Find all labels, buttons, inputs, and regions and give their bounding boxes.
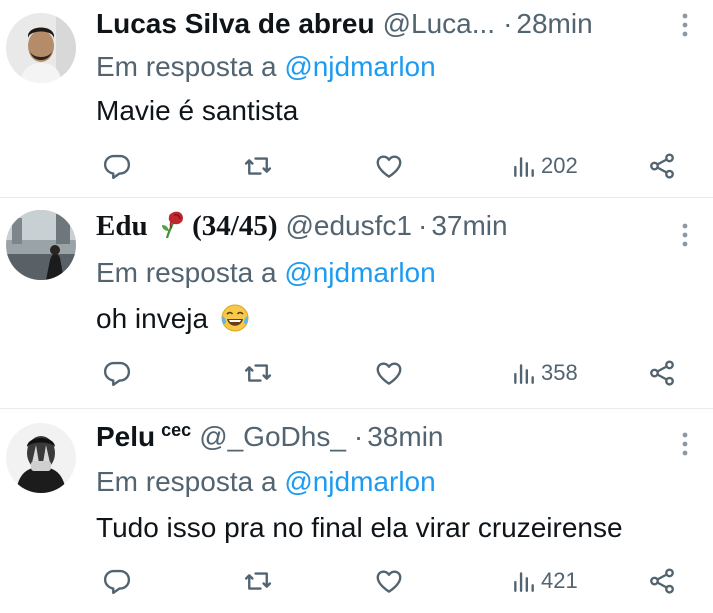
action-bar: 358: [96, 356, 683, 390]
vertical-ellipsis-icon[interactable]: [681, 12, 689, 38]
views-count: 202: [541, 153, 578, 178]
speech-bubble-icon: [102, 358, 132, 388]
bar-chart-icon: [511, 153, 537, 179]
avatar[interactable]: [6, 423, 76, 493]
tweet-header: Pelu cec @_GoDhs_ · 38min: [96, 419, 677, 455]
reply-button[interactable]: [102, 564, 132, 598]
reply-prefix: Em resposta a: [96, 51, 277, 82]
display-name-suffix: (34/45): [192, 210, 278, 242]
retweet-arrows-icon: [243, 358, 273, 388]
display-name[interactable]: Pelu cec: [96, 419, 191, 455]
views-button[interactable]: 421: [511, 564, 578, 598]
action-bar: 421: [96, 564, 683, 598]
bar-chart-icon: [511, 360, 537, 386]
reply-context: Em resposta a @njdmarlon: [96, 465, 436, 499]
timestamp[interactable]: 38min: [367, 419, 443, 455]
action-bar: 202: [96, 149, 683, 183]
display-name-text: Edu: [96, 210, 148, 242]
vertical-ellipsis-icon[interactable]: [681, 431, 689, 457]
display-name-text: Pelu: [96, 421, 156, 452]
speech-bubble-icon: [102, 151, 132, 181]
reply-prefix: Em resposta a: [96, 466, 277, 497]
username[interactable]: @edusfc1: [285, 208, 412, 244]
share-button[interactable]: [647, 149, 677, 183]
retweet-button[interactable]: [243, 149, 273, 183]
views-button[interactable]: 202: [511, 149, 578, 183]
timestamp[interactable]: 28min: [516, 6, 592, 42]
retweet-arrows-icon: [243, 566, 273, 596]
display-name-superscript: cec: [161, 419, 192, 440]
speech-bubble-icon: [102, 566, 132, 596]
vertical-ellipsis-icon[interactable]: [681, 222, 689, 248]
username[interactable]: @_GoDhs_: [199, 419, 346, 455]
reply-prefix: Em resposta a: [96, 257, 277, 288]
display-name[interactable]: Edu (34/45): [96, 208, 277, 244]
like-button[interactable]: [374, 356, 404, 390]
views-count: 358: [541, 360, 578, 385]
avatar[interactable]: [6, 210, 76, 280]
tweet-header: Lucas Silva de abreu @Luca... · 28min: [96, 6, 677, 42]
reply-context: Em resposta a @njdmarlon: [96, 256, 436, 290]
share-button[interactable]: [647, 564, 677, 598]
reply-mention-link[interactable]: @njdmarlon: [284, 51, 435, 82]
tweet[interactable]: Edu (34/45) @edusfc1 · 37min Em resposta…: [0, 198, 713, 409]
views-count: 421: [541, 568, 578, 593]
share-button[interactable]: [647, 356, 677, 390]
tweet-header: Edu (34/45) @edusfc1 · 37min: [96, 208, 677, 244]
tweet-text: oh inveja: [96, 302, 250, 336]
like-button[interactable]: [374, 149, 404, 183]
separator-dot: ·: [503, 8, 513, 39]
bar-chart-icon: [511, 568, 537, 594]
share-nodes-icon: [647, 566, 677, 596]
share-nodes-icon: [647, 151, 677, 181]
reply-mention-link[interactable]: @njdmarlon: [284, 257, 435, 288]
username[interactable]: @Luca...: [383, 6, 495, 42]
wilted-rose-emoji: [159, 209, 185, 239]
reply-mention-link[interactable]: @njdmarlon: [284, 466, 435, 497]
timestamp[interactable]: 37min: [431, 208, 507, 244]
separator-dot: ·: [417, 210, 428, 241]
heart-outline-icon: [374, 151, 404, 181]
reply-context: Em resposta a @njdmarlon: [96, 50, 436, 84]
heart-outline-icon: [374, 358, 404, 388]
views-button[interactable]: 358: [511, 356, 578, 390]
tweet[interactable]: Lucas Silva de abreu @Luca... · 28min Em…: [0, 0, 713, 198]
tears-of-joy-emoji: [220, 303, 250, 333]
separator-dot: ·: [353, 421, 364, 452]
avatar[interactable]: [6, 13, 76, 83]
reply-button[interactable]: [102, 356, 132, 390]
reply-feed: Lucas Silva de abreu @Luca... · 28min Em…: [0, 0, 713, 613]
retweet-button[interactable]: [243, 564, 273, 598]
heart-outline-icon: [374, 566, 404, 596]
display-name[interactable]: Lucas Silva de abreu: [96, 6, 375, 42]
retweet-button[interactable]: [243, 356, 273, 390]
tweet-text-content: oh inveja: [96, 303, 209, 334]
retweet-arrows-icon: [243, 151, 273, 181]
share-nodes-icon: [647, 358, 677, 388]
like-button[interactable]: [374, 564, 404, 598]
tweet-text: Mavie é santista: [96, 95, 299, 126]
tweet[interactable]: Pelu cec @_GoDhs_ · 38min Em resposta a @…: [0, 409, 713, 613]
reply-button[interactable]: [102, 149, 132, 183]
tweet-text: Tudo isso pra no final ela virar cruzeir…: [96, 512, 623, 543]
